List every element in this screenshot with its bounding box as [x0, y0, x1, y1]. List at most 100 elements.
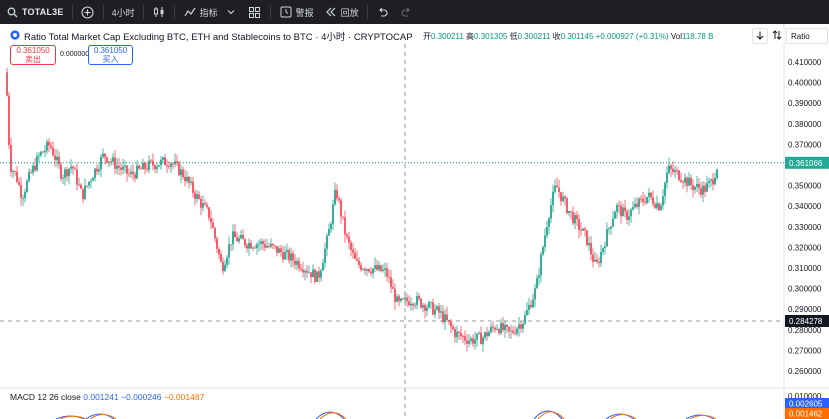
candle-body — [510, 330, 512, 332]
candle-body — [626, 211, 628, 220]
candle-body — [228, 244, 230, 258]
candle-body — [326, 235, 328, 249]
candle-body — [174, 161, 176, 165]
buy-button[interactable]: 0.361050 买入 — [88, 45, 133, 65]
candle-body — [18, 182, 20, 185]
candle-body — [618, 205, 620, 206]
candle-body — [600, 251, 602, 264]
candle-body — [392, 287, 394, 289]
candle-body — [612, 218, 614, 227]
candle-body — [48, 141, 50, 146]
candle-body — [486, 332, 488, 337]
candle-body — [138, 165, 140, 169]
scale-mode-button[interactable]: Ratio — [786, 28, 828, 44]
candle-body — [290, 253, 292, 261]
candle-body — [674, 170, 676, 173]
candle-body — [152, 160, 154, 166]
candle-body — [106, 157, 108, 163]
candle-body — [694, 186, 696, 190]
candle-body — [636, 203, 638, 207]
candle-body — [150, 160, 152, 162]
candle-body — [658, 203, 660, 211]
candle-body — [476, 333, 478, 340]
sell-button[interactable]: 0.361050 卖出 — [10, 45, 56, 65]
candle-body — [688, 177, 690, 186]
candle-body — [34, 165, 36, 171]
candle-body — [268, 246, 270, 247]
candle-body — [284, 252, 286, 260]
candle-body — [544, 235, 546, 248]
candle-body — [254, 247, 256, 249]
candle-body — [236, 237, 238, 242]
candle-body — [420, 298, 422, 308]
candle-body — [488, 332, 490, 337]
symbol-logo-icon — [10, 29, 20, 43]
candle-body — [702, 185, 704, 195]
candle-body — [128, 173, 130, 175]
candle-body — [586, 230, 588, 246]
price-tick-label: 0.280000 — [788, 326, 822, 335]
candle-body — [656, 203, 658, 208]
candle-body — [264, 244, 266, 248]
chart-title: Ratio Total Market Cap Excluding BTC, ET… — [24, 32, 413, 43]
candle-body — [384, 268, 386, 270]
candle-body — [676, 170, 678, 172]
candle-body — [114, 157, 116, 169]
candle-body — [202, 203, 204, 208]
price-tick-label: 0.370000 — [788, 140, 822, 149]
candle-body — [498, 329, 500, 334]
candle-body — [520, 324, 522, 329]
candle-body — [610, 226, 612, 229]
candle-body — [566, 198, 568, 214]
swap-button[interactable] — [770, 28, 784, 44]
candle-body — [668, 165, 670, 173]
candle-body — [104, 153, 106, 158]
candle-body — [244, 239, 246, 246]
candle-body — [210, 218, 212, 223]
candle-body — [306, 270, 308, 273]
candle-body — [170, 163, 172, 167]
candle-body — [622, 207, 624, 217]
candle-body — [464, 336, 466, 341]
candle-body — [282, 252, 284, 260]
candle-body — [38, 155, 40, 157]
candle-body — [536, 277, 538, 289]
candle-body — [558, 187, 560, 193]
candle-body — [130, 171, 132, 174]
candle-body — [252, 247, 254, 249]
candle-body — [68, 168, 70, 177]
sell-label: 卖出 — [25, 55, 41, 64]
candle-body — [120, 167, 122, 170]
candle-body — [382, 269, 384, 272]
candle-body — [380, 265, 382, 272]
candle-body — [522, 323, 524, 329]
candle-body — [64, 169, 66, 178]
volume-value: 118.78 B — [681, 32, 714, 41]
candle-body — [402, 298, 404, 300]
candle-body — [662, 196, 664, 206]
candle-body — [556, 185, 558, 188]
candle-body — [182, 169, 184, 178]
candle-body — [302, 269, 304, 273]
candle-body — [396, 296, 398, 302]
candle-body — [542, 247, 544, 255]
candle-body — [686, 177, 688, 186]
candle-body — [632, 207, 634, 210]
candle-body — [386, 268, 388, 277]
candle-body — [328, 229, 330, 236]
candle-body — [482, 337, 484, 345]
candle-body — [96, 168, 98, 172]
candle-body — [436, 306, 438, 310]
candle-body — [646, 196, 648, 204]
candle-body — [158, 165, 160, 167]
candle-body — [710, 179, 712, 181]
candle-body — [506, 324, 508, 328]
candle-body — [624, 207, 626, 212]
candle-body — [356, 258, 358, 261]
candle-body — [678, 170, 680, 181]
candle-body — [368, 269, 370, 272]
price-tick-label: 0.330000 — [788, 223, 822, 232]
candle-body — [88, 181, 90, 186]
download-button[interactable] — [752, 28, 768, 44]
candle-body — [648, 192, 650, 197]
